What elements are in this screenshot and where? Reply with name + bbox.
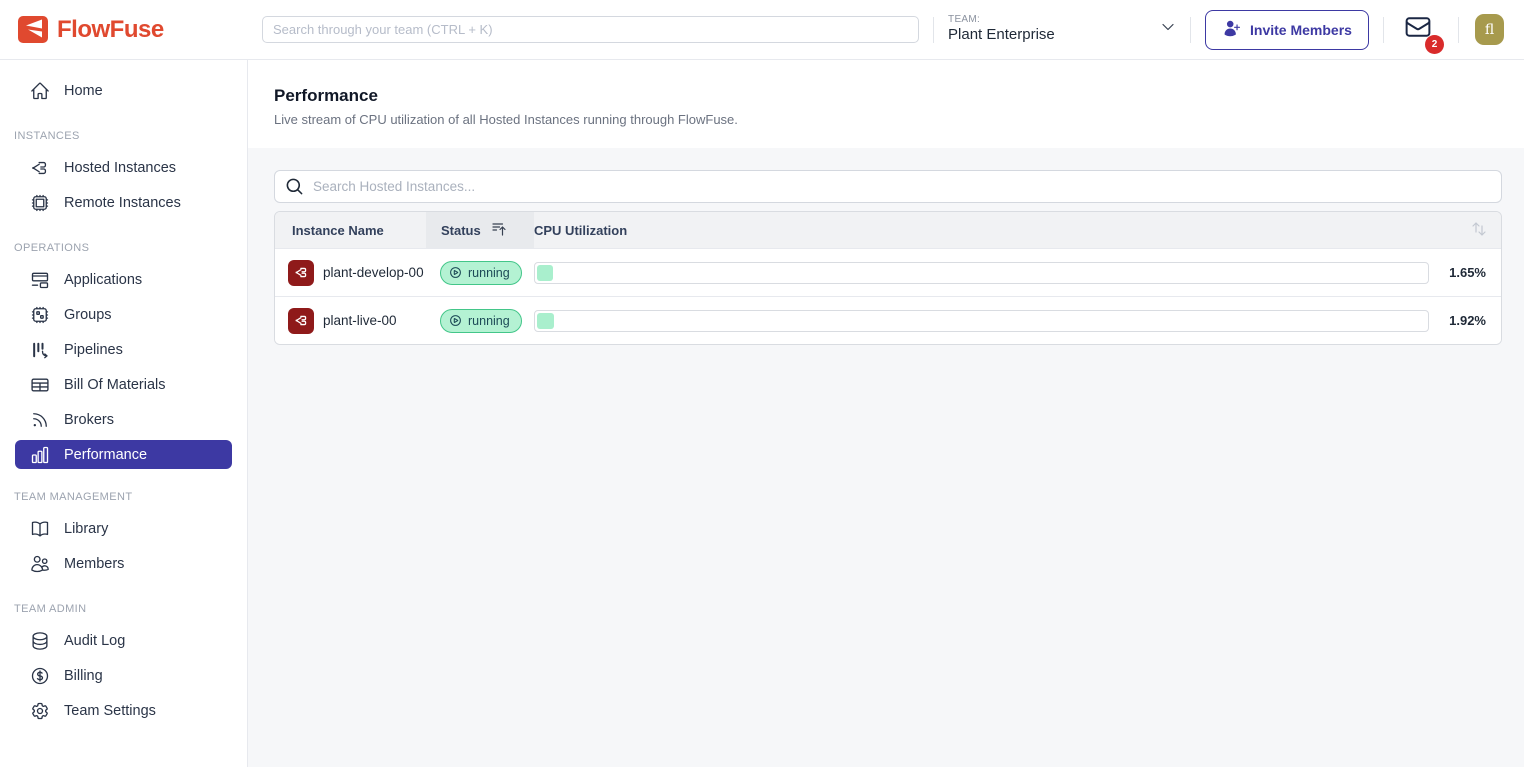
sidebar-section-operations: OPERATIONS	[14, 242, 233, 254]
sidebar-item-remote-instances[interactable]: Remote Instances	[0, 185, 247, 220]
flowfuse-logo-text: FlowFuse	[57, 16, 164, 44]
sidebar-section-team-management: TEAM MANAGEMENT	[14, 491, 233, 503]
sidebar-item-applications[interactable]: Applications	[0, 262, 247, 297]
instance-name[interactable]: plant-live-00	[323, 313, 397, 328]
sidebar-item-bill-of-materials[interactable]: Bill Of Materials	[0, 367, 247, 402]
cpu-utilization-fill	[537, 313, 554, 329]
sidebar-item-home[interactable]: Home	[0, 73, 247, 108]
divider	[1383, 17, 1384, 43]
table-header-row: Instance Name Status CPU Utilization	[275, 212, 1501, 248]
sidebar-item-hosted-instances[interactable]: Hosted Instances	[0, 150, 247, 185]
sidebar-item-label: Team Settings	[64, 703, 156, 719]
page-title: Performance	[274, 86, 1502, 106]
status-badge: running	[440, 309, 522, 333]
team-search-input[interactable]	[262, 16, 919, 43]
sidebar-item-label: Hosted Instances	[64, 160, 176, 176]
team-name: Plant Enterprise	[948, 26, 1055, 45]
play-circle-icon	[449, 314, 462, 327]
cpu-percentage: 1.65%	[1429, 265, 1501, 280]
sidebar-item-groups[interactable]: Groups	[0, 297, 247, 332]
instances-table: Instance Name Status CPU Utilization	[274, 211, 1502, 345]
divider	[1458, 17, 1459, 43]
applications-icon	[30, 270, 50, 290]
notifications-button[interactable]: 2	[1404, 13, 1432, 46]
divider	[1190, 17, 1191, 43]
arrows-up-down-icon	[1471, 221, 1487, 240]
sidebar-item-label: Library	[64, 521, 108, 537]
team-settings-icon	[30, 701, 50, 721]
sidebar-section-instances: INSTANCES	[14, 130, 233, 142]
notification-count-badge: 2	[1425, 35, 1444, 54]
pipelines-icon	[30, 340, 50, 360]
sidebar-item-team-settings[interactable]: Team Settings	[0, 693, 247, 728]
sidebar-item-pipelines[interactable]: Pipelines	[0, 332, 247, 367]
sidebar-item-label: Performance	[64, 447, 147, 463]
main-content: Performance Live stream of CPU utilizati…	[248, 60, 1524, 767]
hosted-instances-icon	[30, 158, 50, 178]
instance-search-input[interactable]	[274, 170, 1502, 203]
user-avatar[interactable]: fl	[1475, 14, 1504, 45]
top-header: FlowFuse TEAM: Plant Enterprise Invite M…	[0, 0, 1524, 60]
sidebar-item-billing[interactable]: Billing	[0, 658, 247, 693]
instance-icon	[288, 260, 314, 286]
column-header-status-label: Status	[441, 223, 481, 238]
status-label: running	[468, 266, 510, 280]
divider	[933, 17, 934, 43]
column-header-cpu[interactable]: CPU Utilization	[534, 212, 1429, 248]
cpu-percentage: 1.92%	[1429, 313, 1501, 328]
sidebar-item-label: Applications	[64, 272, 142, 288]
library-icon	[30, 519, 50, 539]
sidebar-item-label: Audit Log	[64, 633, 125, 649]
flowfuse-logo[interactable]: FlowFuse	[18, 16, 262, 44]
sidebar-item-brokers[interactable]: Brokers	[0, 402, 247, 437]
sidebar-item-label: Remote Instances	[64, 195, 181, 211]
sort-ascending-icon	[491, 221, 507, 240]
page-subtitle: Live stream of CPU utilization of all Ho…	[274, 112, 1502, 127]
audit-log-icon	[30, 631, 50, 651]
invite-members-label: Invite Members	[1250, 22, 1352, 38]
flowfuse-logo-icon	[18, 16, 48, 43]
cpu-utilization-bar	[534, 262, 1429, 284]
sidebar-item-audit-log[interactable]: Audit Log	[0, 623, 247, 658]
sidebar-item-label: Brokers	[64, 412, 114, 428]
billing-icon	[30, 666, 50, 686]
sort-toggle[interactable]	[1429, 212, 1501, 248]
bill-of-materials-icon	[30, 375, 50, 395]
sidebar-item-label: Bill Of Materials	[64, 377, 166, 393]
status-badge: running	[440, 261, 522, 285]
sidebar-item-label: Pipelines	[64, 342, 123, 358]
brokers-icon	[30, 410, 50, 430]
team-selector[interactable]: TEAM: Plant Enterprise	[948, 14, 1176, 45]
sidebar-item-performance[interactable]: Performance	[15, 440, 232, 469]
table-row[interactable]: plant-live-00 running 1.92%	[275, 296, 1501, 344]
instance-icon	[288, 308, 314, 334]
sidebar-item-members[interactable]: Members	[0, 546, 247, 581]
sidebar-item-label: Billing	[64, 668, 103, 684]
sidebar-item-library[interactable]: Library	[0, 511, 247, 546]
home-icon	[30, 81, 50, 101]
instance-name[interactable]: plant-develop-00	[323, 265, 424, 280]
sidebar: Home INSTANCES Hosted Instances Remote I…	[0, 60, 248, 767]
sidebar-item-label: Home	[64, 83, 103, 99]
play-circle-icon	[449, 266, 462, 279]
column-header-instance-name[interactable]: Instance Name	[275, 212, 426, 248]
chevron-down-icon	[1160, 19, 1176, 40]
team-label: TEAM:	[948, 14, 1055, 27]
performance-icon	[30, 445, 50, 465]
sidebar-section-team-admin: TEAM ADMIN	[14, 603, 233, 615]
cpu-utilization-fill	[537, 265, 553, 281]
invite-members-button[interactable]: Invite Members	[1205, 10, 1369, 50]
table-row[interactable]: plant-develop-00 running 1.65%	[275, 248, 1501, 296]
user-plus-icon	[1222, 19, 1241, 41]
groups-icon	[30, 305, 50, 325]
remote-instances-icon	[30, 193, 50, 213]
sidebar-item-label: Groups	[64, 307, 112, 323]
status-label: running	[468, 314, 510, 328]
sidebar-item-label: Members	[64, 556, 124, 572]
members-icon	[30, 554, 50, 574]
column-header-status[interactable]: Status	[426, 212, 534, 248]
search-icon	[285, 177, 304, 201]
cpu-utilization-bar	[534, 310, 1429, 332]
